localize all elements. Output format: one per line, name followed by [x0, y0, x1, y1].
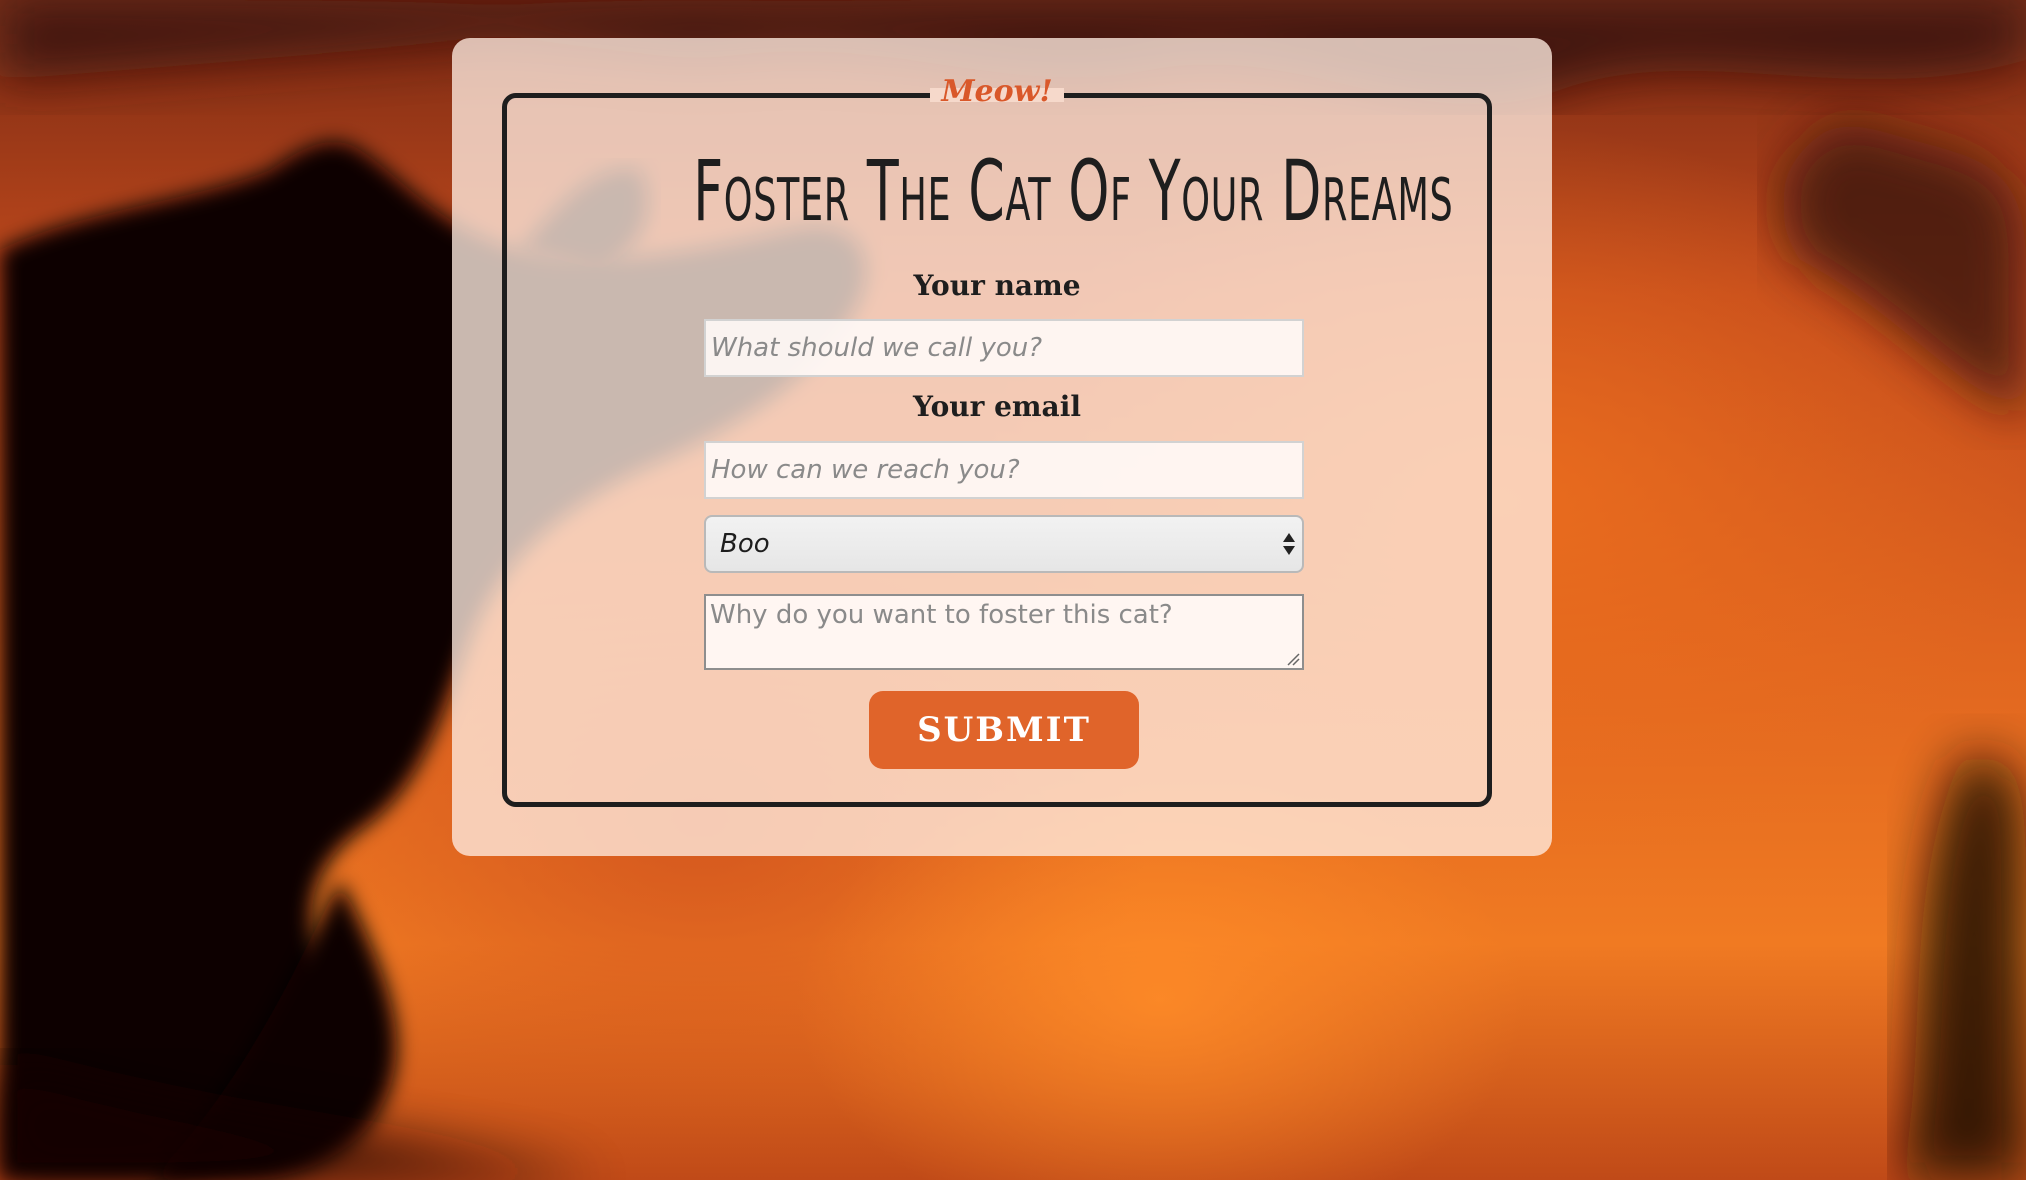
form-legend: Meow!: [941, 74, 1053, 109]
name-field[interactable]: [704, 319, 1304, 377]
submit-button[interactable]: SUBMIT: [869, 691, 1139, 769]
select-arrows-icon: [1283, 533, 1295, 555]
resize-grip-icon[interactable]: [1286, 652, 1300, 666]
email-label: Your email: [913, 390, 1081, 423]
cat-select[interactable]: Boo: [704, 515, 1304, 573]
form-fieldset: Meow! Foster The Cat Of Your Dreams Your…: [502, 74, 1492, 807]
form-card: Meow! Foster The Cat Of Your Dreams Your…: [452, 38, 1552, 856]
reason-textarea[interactable]: Why do you want to foster this cat?: [704, 594, 1304, 670]
email-field[interactable]: [704, 441, 1304, 499]
name-label: Your name: [913, 269, 1081, 302]
page-title: Foster The Cat Of Your Dreams: [693, 142, 1454, 240]
cat-select-value: Boo: [720, 529, 770, 559]
reason-placeholder: Why do you want to foster this cat?: [710, 600, 1173, 630]
